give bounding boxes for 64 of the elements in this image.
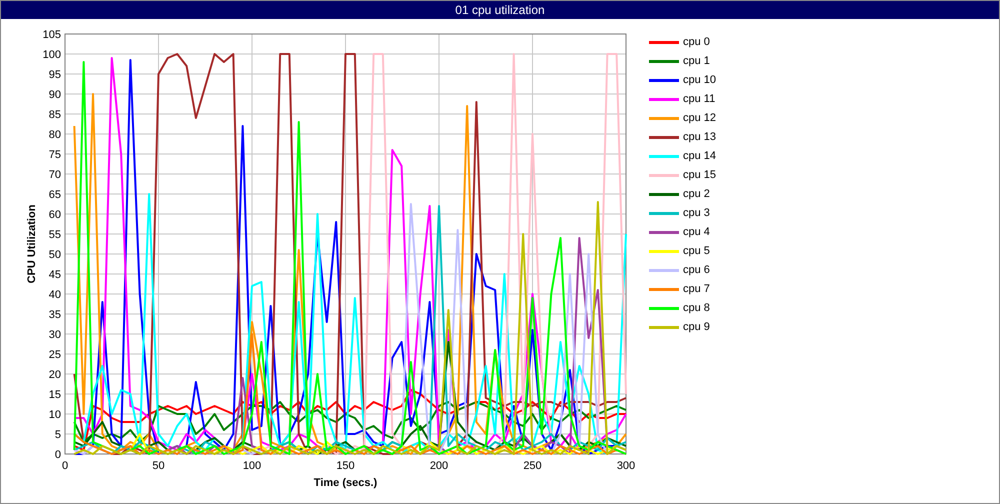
y-tick-label: 95 (48, 69, 61, 81)
x-tick-label: 300 (616, 460, 636, 472)
legend-swatch (649, 154, 679, 158)
legend-label: cpu 13 (683, 131, 716, 143)
legend-label: cpu 15 (683, 169, 716, 181)
legend-label: cpu 7 (683, 283, 710, 295)
x-tick-label: 0 (62, 460, 68, 472)
legend-swatch (649, 78, 679, 82)
y-axis-title: CPU Utilization (26, 204, 38, 284)
y-tick-label: 70 (48, 169, 61, 181)
legend-label: cpu 1 (683, 55, 710, 67)
x-tick-label: 200 (430, 460, 448, 472)
legend-swatch (649, 192, 679, 196)
legend-swatch (649, 306, 679, 310)
legend-label: cpu 10 (683, 74, 716, 86)
y-tick-label: 90 (48, 89, 61, 101)
y-tick-label: 65 (48, 189, 61, 201)
y-tick-label: 80 (48, 129, 61, 141)
x-tick-label: 150 (336, 460, 355, 472)
legend-label: cpu 9 (683, 321, 710, 333)
legend-label: cpu 2 (683, 188, 710, 200)
y-tick-label: 35 (48, 309, 61, 321)
legend-swatch (649, 98, 679, 100)
legend-swatch (649, 212, 679, 214)
legend-label: cpu 6 (683, 264, 710, 276)
legend-swatch (649, 268, 679, 272)
y-tick-label: 60 (48, 209, 61, 221)
y-tick-label: 75 (48, 149, 61, 161)
legend-swatch (649, 250, 679, 252)
legend-label: cpu 4 (683, 226, 710, 238)
y-tick-label: 15 (48, 389, 61, 401)
legend-swatch (649, 40, 679, 44)
legend-label: cpu 11 (683, 93, 716, 105)
y-tick-label: 40 (48, 289, 61, 301)
x-tick-label: 50 (152, 460, 165, 472)
legend-swatch (649, 136, 679, 138)
legend-swatch (649, 288, 679, 290)
x-tick-label: 100 (242, 460, 262, 472)
y-tick-label: 50 (48, 249, 61, 261)
x-axis-title: Time (secs.) (314, 477, 378, 489)
y-tick-label: 5 (54, 429, 61, 441)
y-tick-label: 105 (42, 29, 61, 41)
y-tick-label: 0 (54, 449, 61, 461)
legend-swatch (649, 60, 679, 62)
y-tick-label: 85 (48, 109, 61, 121)
legend-label: cpu 5 (683, 245, 710, 257)
legend-swatch (649, 230, 679, 234)
y-tick-label: 45 (48, 269, 61, 281)
x-tick-label: 250 (523, 460, 542, 472)
legend-label: cpu 3 (683, 207, 710, 219)
y-tick-label: 55 (48, 229, 61, 241)
legend-label: cpu 8 (683, 302, 710, 314)
legend-swatch (649, 174, 679, 176)
y-tick-label: 25 (48, 349, 61, 361)
window-title: 01 cpu utilization (1, 1, 999, 19)
legend-swatch (649, 326, 679, 328)
y-tick-label: 30 (48, 329, 61, 341)
legend-swatch (649, 116, 679, 120)
legend-label: cpu 14 (683, 150, 716, 162)
y-tick-label: 10 (48, 409, 61, 421)
legend-label: cpu 12 (683, 112, 716, 124)
y-tick-label: 100 (42, 49, 61, 61)
legend-label: cpu 0 (683, 36, 710, 48)
y-tick-label: 20 (48, 369, 61, 381)
